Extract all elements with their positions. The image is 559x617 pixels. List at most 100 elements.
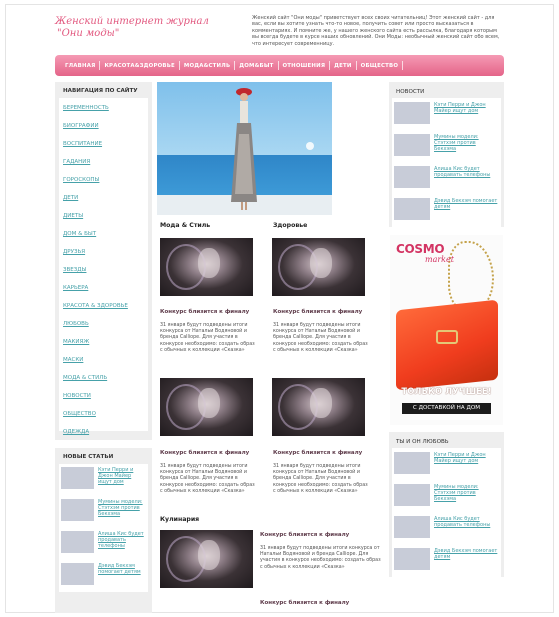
sidebar-item-makeup[interactable]: МАКИЯЖ — [59, 335, 148, 353]
sidebar-item-news[interactable]: НОВОСТИ — [59, 389, 148, 407]
article-excerpt: 31 января будут подведены итоги конкурса… — [273, 323, 368, 353]
list-item[interactable]: Алиша Кис будет продавать телефоны — [392, 163, 501, 195]
list-item[interactable]: Алиша Кис будет продавать телефоны — [59, 528, 148, 560]
nav-separator — [402, 61, 404, 70]
logo-line-2: "Они моды" — [57, 28, 120, 39]
article-photo[interactable] — [160, 238, 253, 296]
list-item[interactable]: Кэти Перри и Джон Майер ищут дом — [392, 449, 501, 481]
list-item[interactable]: Алиша Кис будет продавать телефоны — [392, 513, 501, 545]
nav-fashion-style[interactable]: МОДА&СТИЛЬ — [180, 63, 234, 69]
ad-bag-clasp — [436, 330, 458, 344]
article-thumbnail[interactable] — [61, 531, 94, 553]
photo-face — [310, 248, 332, 278]
article-title-link[interactable]: Конкурс близится к финалу — [260, 532, 349, 538]
list-item[interactable]: Кэти Перри и Джон Майер ищут дом — [59, 464, 148, 496]
article-thumbnail[interactable] — [61, 563, 94, 585]
nav-relationships[interactable]: ОТНОШЕНИЯ — [279, 63, 330, 69]
nav-beauty-health[interactable]: КРАСОТА&ЗДОРОВЬЕ — [100, 63, 178, 69]
article-link[interactable]: Алиша Кис будет продавать телефоны — [94, 531, 146, 549]
nav-society[interactable]: ОБЩЕСТВО — [357, 63, 402, 69]
sidebar-item-fortune-telling[interactable]: ГАДАНИЯ — [59, 155, 148, 173]
news-thumbnail[interactable] — [394, 134, 430, 156]
news-link[interactable]: Алиша Кис будет продавать телефоны — [430, 166, 499, 178]
love-list: Кэти Перри и Джон Майер ищут дом Мумины … — [392, 448, 501, 577]
love-thumbnail[interactable] — [394, 516, 430, 538]
sidebar-item-diets[interactable]: ДИЕТЫ — [59, 209, 148, 227]
news-link[interactable]: Дэвид Бекхэм помогает детям — [430, 198, 499, 210]
article-title-link[interactable]: Конкурс близится к финалу — [160, 309, 249, 315]
sidebar-item-clothes[interactable]: ОДЕЖДА — [59, 425, 148, 443]
list-item[interactable]: Мумины модели: Стэтхэм против Бекхэма — [392, 481, 501, 513]
sidebar-item-society[interactable]: ОБЩЕСТВО — [59, 407, 148, 425]
sidebar-item-horoscopes[interactable]: ГОРОСКОПЫ — [59, 173, 148, 191]
article-excerpt: 31 января будут подведены итоги конкурса… — [273, 464, 368, 494]
nav-kids[interactable]: ДЕТИ — [330, 63, 355, 69]
love-link[interactable]: Мумины модели: Стэтхэм против Бекхэма — [430, 484, 499, 502]
sidebar-item-beauty-health[interactable]: КРАСОТА & ЗДОРОВЬЕ — [59, 299, 148, 317]
ad-delivery-label: С ДОСТАВКОЙ НА ДОМ — [402, 403, 491, 414]
article-link[interactable]: Мумины модели: Стэтхэм против Бекхэма — [94, 499, 146, 517]
article-title-link[interactable]: Конкурс близится к финалу — [260, 600, 349, 606]
article-link[interactable]: Дэвид Бекхэм помогает детям — [94, 563, 146, 575]
ad-handbag-image — [396, 299, 498, 391]
photo-face — [310, 388, 332, 418]
slider-next-button[interactable] — [306, 142, 314, 150]
article-photo[interactable] — [272, 238, 365, 296]
site-logo[interactable]: Женский интернет журнал "Они моды" — [55, 16, 209, 40]
news-thumbnail[interactable] — [394, 198, 430, 220]
nav-home[interactable]: ГЛАВНАЯ — [61, 63, 99, 69]
sidebar-item-kids[interactable]: ДЕТИ — [59, 191, 148, 209]
sidebar-new-articles: НОВЫЕ СТАТЬИ Кэти Перри и Джон Майер ищу… — [55, 448, 152, 613]
sidebar-item-pregnancy[interactable]: БЕРЕМЕННОСТЬ — [59, 101, 148, 119]
sidebar-item-career[interactable]: КАРЬЕРА — [59, 281, 148, 299]
sidebar-item-upbringing[interactable]: ВОСПИТАНИЕ — [59, 137, 148, 155]
photo-face — [198, 388, 220, 418]
article-thumbnail[interactable] — [61, 467, 94, 489]
nav-home-life[interactable]: ДОМ&БЫТ — [235, 63, 277, 69]
list-item[interactable]: Мумины модели: Стэтхэм против Бекхэма — [59, 496, 148, 528]
hero-model-figure — [231, 88, 257, 210]
ad-brand-sub: market — [425, 255, 454, 264]
love-thumbnail[interactable] — [394, 548, 430, 570]
sidebar-item-fashion-style[interactable]: МОДА & СТИЛЬ — [59, 371, 148, 389]
love-thumbnail[interactable] — [394, 452, 430, 474]
love-link[interactable]: Кэти Перри и Джон Майер ищут дом — [430, 452, 499, 464]
section-title-health[interactable]: Здоровье — [273, 222, 307, 229]
love-thumbnail[interactable] — [394, 484, 430, 506]
cosmo-market-ad-banner[interactable]: COSMO market ТОЛЬКО ЛУЧШЕЕ! С ДОСТАВКОЙ … — [390, 235, 503, 425]
love-link[interactable]: Дэвид Бекхэм помогает детям — [430, 548, 499, 560]
article-photo[interactable] — [160, 378, 253, 436]
ad-brand-logo: COSMO — [396, 242, 445, 256]
section-title-fashion[interactable]: Мода & Стиль — [160, 222, 210, 229]
logo-line-1: Женский интернет журнал — [55, 16, 209, 27]
sidebar-item-biographies[interactable]: БИОГРАФИИ — [59, 119, 148, 137]
hero-slider-image[interactable] — [157, 82, 332, 215]
news-link[interactable]: Кэти Перри и Джон Майер ищут дом — [430, 102, 499, 114]
list-item[interactable]: Дэвид Бекхэм помогает детям — [392, 195, 501, 227]
sidebar-item-love[interactable]: ЛЮБОВЬ — [59, 317, 148, 335]
sidebar-item-masks[interactable]: МАСКИ — [59, 353, 148, 371]
article-title-link[interactable]: Конкурс близится к финалу — [273, 450, 362, 456]
sidebar-nav-title: НАВИГАЦИЯ ПО САЙТУ — [63, 88, 138, 94]
article-photo[interactable] — [272, 378, 365, 436]
news-thumbnail[interactable] — [394, 102, 430, 124]
article-thumbnail[interactable] — [61, 499, 94, 521]
article-title-link[interactable]: Конкурс близится к финалу — [160, 450, 249, 456]
section-title-cooking[interactable]: Кулинария — [160, 516, 199, 523]
list-item[interactable]: Дэвид Бекхэм помогает детям — [392, 545, 501, 577]
news-link[interactable]: Мумины модели: Стэтхэм против Бекхэма — [430, 134, 499, 152]
article-photo[interactable] — [160, 530, 253, 588]
list-item[interactable]: Дэвид Бекхэм помогает детям — [59, 560, 148, 592]
sidebar-item-home-life[interactable]: ДОМ & БЫТ — [59, 227, 148, 245]
list-item[interactable]: Мумины модели: Стэтхэм против Бекхэма — [392, 131, 501, 163]
love-link[interactable]: Алиша Кис будет продавать телефоны — [430, 516, 499, 528]
news-thumbnail[interactable] — [394, 166, 430, 188]
article-excerpt: 31 января будут подведены итоги конкурса… — [160, 323, 255, 353]
sidebar-item-friends[interactable]: ДРУЗЬЯ — [59, 245, 148, 263]
photo-face — [198, 248, 220, 278]
article-title-link[interactable]: Конкурс близится к финалу — [273, 309, 362, 315]
article-link[interactable]: Кэти Перри и Джон Майер ищут дом — [94, 467, 146, 485]
list-item[interactable]: Кэти Перри и Джон Майер ищут дом — [392, 99, 501, 131]
sidebar-navigation: НАВИГАЦИЯ ПО САЙТУ БЕРЕМЕННОСТЬ БИОГРАФИ… — [55, 82, 152, 440]
sidebar-item-stars[interactable]: ЗВЕЗДЫ — [59, 263, 148, 281]
